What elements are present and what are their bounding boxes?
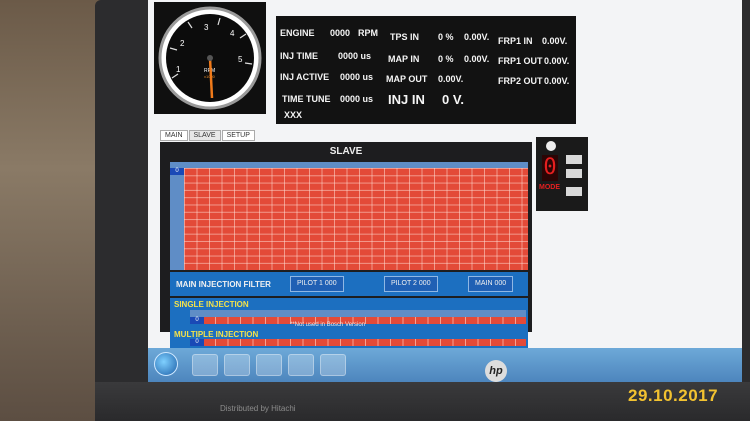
single-injection-label: SINGLE INJECTION bbox=[174, 300, 249, 309]
multiple-injection-value[interactable]: 0 bbox=[190, 339, 204, 346]
start-button[interactable] bbox=[154, 352, 178, 376]
slave-map-table: 0 bbox=[170, 162, 528, 270]
tab-bar: MAIN SLAVE SETUP bbox=[160, 130, 256, 141]
main-label: MAIN bbox=[475, 280, 493, 287]
map-in-label: MAP IN bbox=[388, 54, 420, 64]
map-in-percent: 0 % bbox=[438, 54, 454, 64]
mode-button-2[interactable] bbox=[566, 169, 582, 178]
multiple-injection-block: MULTIPLE INJECTION 0 bbox=[170, 328, 528, 348]
inj-in-value: 0 V. bbox=[442, 92, 464, 107]
media-player-icon[interactable] bbox=[192, 354, 218, 376]
map-in-voltage: 0.00V. bbox=[464, 54, 490, 64]
mode-button-3[interactable] bbox=[566, 187, 582, 196]
rpm-gauge: 1 2 3 4 5 RPM x1000 bbox=[154, 2, 266, 114]
main-value: 000 bbox=[494, 280, 507, 287]
gauge-tick-1: 1 bbox=[176, 65, 181, 74]
single-injection-header bbox=[190, 310, 526, 317]
inj-in-label: INJ IN bbox=[388, 92, 425, 107]
browser-icon[interactable] bbox=[224, 354, 250, 376]
single-injection-block: SINGLE INJECTION 0 **Not used in Bosch V… bbox=[170, 298, 528, 330]
gauge-tick-2: 2 bbox=[180, 39, 185, 48]
tab-setup[interactable]: SETUP bbox=[221, 130, 255, 141]
frp1-out-label: FRP1 OUT bbox=[498, 56, 543, 66]
map-out-label: MAP OUT bbox=[386, 74, 428, 84]
frp1-in-label: FRP1 IN bbox=[498, 36, 533, 46]
engine-unit: RPM bbox=[358, 28, 378, 38]
inj-time-value: 0000 us bbox=[338, 51, 372, 61]
brand-text: Distributed by Hitachi bbox=[220, 404, 296, 413]
slave-title: SLAVE bbox=[329, 146, 363, 157]
pilot1-value: 000 bbox=[324, 280, 337, 287]
screen: 1 2 3 4 5 RPM x1000 ENGINE 0000 RPM TPS … bbox=[148, 0, 742, 382]
tps-percent: 0 % bbox=[438, 32, 454, 42]
pilot1-field[interactable]: PILOT 1 000 bbox=[290, 276, 344, 292]
engine-value: 0000 bbox=[330, 28, 351, 38]
tab-slave[interactable]: SLAVE bbox=[188, 130, 221, 141]
map-cells[interactable] bbox=[184, 168, 528, 270]
main-injection-filter-label: MAIN INJECTION FILTER bbox=[176, 280, 271, 289]
time-tune-value: 0000 us bbox=[340, 94, 374, 104]
hp-logo: hp bbox=[485, 360, 507, 382]
windows-taskbar bbox=[148, 348, 742, 382]
tps-label: TPS IN bbox=[390, 32, 420, 42]
sensor-readout-panel: ENGINE 0000 RPM TPS IN 0 % 0.00V. FRP1 I… bbox=[276, 16, 576, 124]
tab-main[interactable]: MAIN bbox=[160, 130, 188, 141]
tps-voltage: 0.00V. bbox=[464, 32, 490, 42]
frp2-out-value: 0.00V. bbox=[544, 76, 570, 86]
pilot1-label: PILOT 1 bbox=[297, 280, 323, 287]
ecu-tool-icon[interactable] bbox=[320, 354, 346, 376]
pilot2-value: 000 bbox=[418, 280, 431, 287]
single-injection-value[interactable]: 0 bbox=[190, 317, 204, 324]
engine-label: ENGINE bbox=[280, 28, 315, 38]
pilot2-field[interactable]: PILOT 2 000 bbox=[384, 276, 438, 292]
mode-label: MODE bbox=[539, 184, 560, 191]
main-injection-filter-bar: MAIN INJECTION FILTER PILOT 1 000 PILOT … bbox=[170, 272, 528, 296]
frp1-in-value: 0.00V. bbox=[542, 36, 568, 46]
gauge-tick-4: 4 bbox=[230, 29, 235, 38]
multiple-injection-cells[interactable] bbox=[190, 339, 526, 346]
gauge-tick-3: 3 bbox=[204, 23, 209, 32]
status-indicator bbox=[546, 141, 556, 151]
time-tune-label: TIME TUNE bbox=[282, 94, 331, 104]
inj-active-label: INJ ACTIVE bbox=[280, 72, 330, 82]
main-field[interactable]: MAIN 000 bbox=[468, 276, 514, 292]
folder-icon[interactable] bbox=[256, 354, 282, 376]
mode-button-1[interactable] bbox=[566, 155, 582, 164]
system-tray[interactable] bbox=[648, 352, 738, 376]
mode-panel: 0 MODE bbox=[536, 137, 588, 211]
frp2-out-label: FRP2 OUT bbox=[498, 76, 543, 86]
mode-digit-display: 0 bbox=[542, 155, 558, 181]
inj-time-label: INJ TIME bbox=[280, 51, 319, 61]
app-icon[interactable] bbox=[288, 354, 314, 376]
map-corner-cell[interactable]: 0 bbox=[170, 168, 184, 175]
inj-active-value: 0000 us bbox=[340, 72, 374, 82]
frp1-out-value: 0.00V. bbox=[544, 56, 570, 66]
xxx-label: XXX bbox=[284, 110, 303, 120]
photo-datestamp: 29.10.2017 bbox=[628, 386, 719, 405]
pilot2-label: PILOT 2 bbox=[391, 280, 417, 287]
desk-background bbox=[0, 0, 110, 421]
multiple-injection-label: MULTIPLE INJECTION bbox=[174, 330, 259, 339]
map-out-value: 0.00V. bbox=[438, 74, 464, 84]
gauge-tick-5: 5 bbox=[238, 55, 243, 64]
map-row-header bbox=[170, 162, 184, 270]
slave-panel: SLAVE 0 MAIN INJECTION FILTER PILOT 1 00… bbox=[160, 142, 532, 332]
